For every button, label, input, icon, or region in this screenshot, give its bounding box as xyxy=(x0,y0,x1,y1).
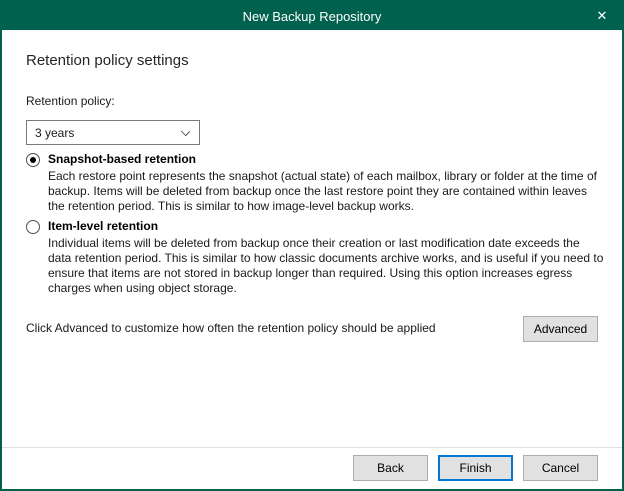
snapshot-based-retention-label[interactable]: Snapshot-based retention xyxy=(48,152,604,167)
window-title: New Backup Repository xyxy=(243,9,382,24)
footer-separator xyxy=(2,447,622,448)
cancel-button[interactable]: Cancel xyxy=(523,455,598,481)
page-title: Retention policy settings xyxy=(26,52,189,69)
radio-option-snapshot-based: Snapshot-based retention Each restore po… xyxy=(26,152,606,214)
advanced-button[interactable]: Advanced xyxy=(523,316,598,342)
radio-snapshot-based[interactable] xyxy=(26,153,40,167)
advanced-hint-text: Click Advanced to customize how often th… xyxy=(26,321,436,335)
item-level-retention-description: Individual items will be deleted from ba… xyxy=(48,236,604,296)
radio-option-item-level: Item-level retention Individual items wi… xyxy=(26,219,606,296)
radio-dot-icon xyxy=(30,157,36,163)
retention-policy-value: 3 years xyxy=(35,126,74,140)
option-text: Item-level retention Individual items wi… xyxy=(48,219,604,296)
close-button[interactable]: ✕ xyxy=(582,2,622,30)
snapshot-based-retention-description: Each restore point represents the snapsh… xyxy=(48,169,604,214)
finish-button[interactable]: Finish xyxy=(438,455,513,481)
back-button[interactable]: Back xyxy=(353,455,428,481)
option-text: Snapshot-based retention Each restore po… xyxy=(48,152,604,214)
dialog-window: New Backup Repository ✕ Retention policy… xyxy=(0,0,624,491)
titlebar: New Backup Repository ✕ xyxy=(2,2,622,30)
retention-policy-dropdown[interactable]: 3 years xyxy=(26,120,200,145)
chevron-down-icon xyxy=(181,127,190,136)
close-icon: ✕ xyxy=(597,8,608,24)
dialog-body: Retention policy settings Retention poli… xyxy=(2,30,622,489)
retention-policy-label: Retention policy: xyxy=(26,94,115,108)
item-level-retention-label[interactable]: Item-level retention xyxy=(48,219,604,234)
radio-item-level[interactable] xyxy=(26,220,40,234)
